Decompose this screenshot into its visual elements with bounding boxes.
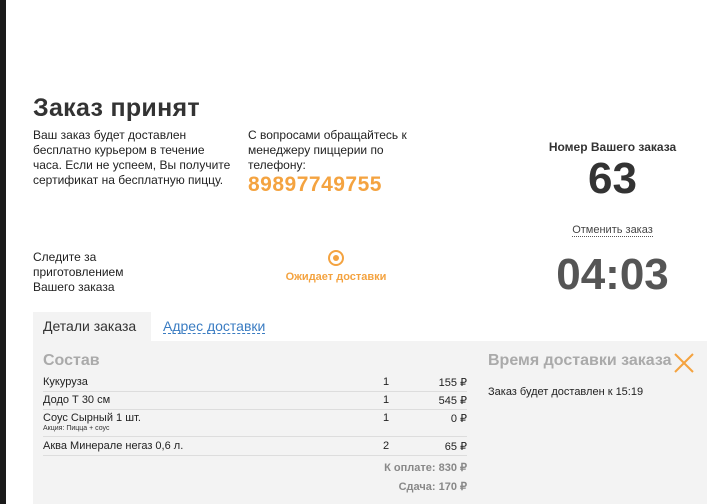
item-qty: 2	[383, 440, 390, 452]
total-amount: К оплате: 830 ₽	[384, 462, 467, 474]
order-item-row: Соус Сырный 1 шт. Акция: Пицца + соус 1 …	[43, 410, 467, 437]
order-item-row: Кукуруза 1 155 ₽	[43, 374, 467, 392]
item-qty: 1	[383, 376, 390, 388]
order-number-label: Номер Вашего заказа	[548, 140, 677, 154]
tab-delivery-address[interactable]: Адрес доставки	[163, 312, 266, 334]
item-promo: Акция: Пицца + соус	[43, 425, 110, 432]
status-dot-icon	[328, 250, 344, 266]
delivery-time-text: Заказ будет доставлен к 15:19	[488, 386, 644, 398]
order-number: 63	[588, 154, 637, 203]
cancel-order-label[interactable]: Отменить заказ	[572, 224, 653, 237]
contact-note: С вопросами обращайтесь к менеджеру пицц…	[248, 128, 407, 172]
order-details-panel: Состав Кукуруза 1 155 ₽ Додо Т 30 см 1 5…	[33, 341, 707, 504]
window-edge	[0, 0, 6, 504]
close-icon[interactable]	[673, 352, 695, 374]
order-item-row: Додо Т 30 см 1 545 ₽	[43, 392, 467, 410]
item-price: 155 ₽	[438, 377, 467, 389]
pizzeria-phone[interactable]: 89897749755	[248, 173, 382, 197]
item-qty: 1	[383, 394, 390, 406]
item-price: 545 ₽	[438, 395, 467, 407]
item-qty: 1	[383, 412, 390, 424]
tab-order-details[interactable]: Детали заказа	[33, 312, 151, 341]
item-name: Соус Сырный 1 шт.	[43, 412, 141, 424]
delivery-note: Ваш заказ будет доставлен бесплатно курь…	[33, 128, 231, 187]
composition-title: Состав	[43, 352, 100, 369]
change-amount: Сдача: 170 ₽	[398, 481, 467, 493]
item-name: Додо Т 30 см	[43, 394, 111, 406]
order-timer: 04:03	[556, 250, 669, 299]
cancel-order-link[interactable]: Отменить заказ	[530, 224, 695, 237]
order-status: Ожидает доставки	[285, 271, 387, 283]
item-name: Аква Минерале негаз 0,6 л.	[43, 440, 184, 452]
item-price: 65 ₽	[444, 441, 467, 453]
item-name: Кукуруза	[43, 376, 88, 388]
delivery-time-title: Время доставки заказа	[488, 352, 672, 369]
order-item-row: Аква Минерале негаз 0,6 л. 2 65 ₽	[43, 438, 467, 456]
item-price: 0 ₽	[450, 413, 467, 425]
tracking-note: Следите за приготовлением Вашего заказа	[33, 250, 124, 294]
page-title: Заказ принят	[33, 94, 200, 122]
